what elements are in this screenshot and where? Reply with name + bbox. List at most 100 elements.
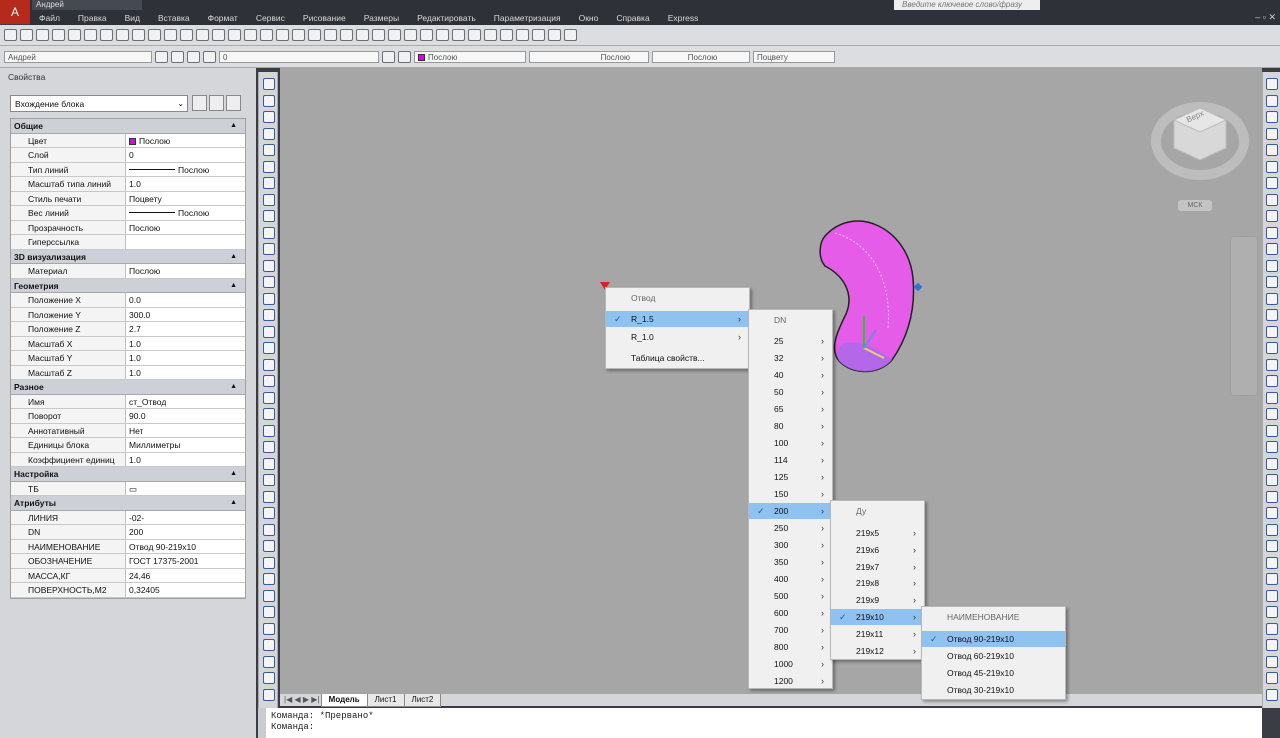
- quick-select-icon[interactable]: [226, 95, 241, 111]
- draw-tool-icon[interactable]: [263, 144, 275, 156]
- toolbar-tool-icon[interactable]: [420, 29, 433, 41]
- modify-tool-icon[interactable]: [1266, 292, 1278, 305]
- property-value[interactable]: 1.0: [126, 453, 141, 467]
- menu-item[interactable]: 219х11 ›: [831, 626, 924, 642]
- menu-item[interactable]: 65 ›: [749, 401, 832, 417]
- menu-9[interactable]: Параметризация: [485, 13, 570, 23]
- toolbar-tool-icon[interactable]: [340, 29, 353, 41]
- menu-item[interactable]: 40 ›: [749, 367, 832, 383]
- linetype-select[interactable]: Послою: [529, 50, 649, 63]
- modify-tool-icon[interactable]: [1266, 672, 1278, 684]
- quick-access-user[interactable]: Андрей: [32, 0, 142, 10]
- property-row[interactable]: Коэффициент единиц 1.0: [11, 452, 245, 467]
- draw-tool-icon[interactable]: [263, 127, 275, 140]
- menu-item[interactable]: 400 ›: [749, 571, 832, 587]
- menu-5[interactable]: Сервис: [247, 13, 294, 23]
- modify-tool-icon[interactable]: [1266, 276, 1278, 288]
- modify-tool-icon[interactable]: [1266, 490, 1278, 503]
- collapse-icon[interactable]: ▲: [230, 279, 237, 293]
- menu-item[interactable]: 100 ›: [749, 435, 832, 451]
- menu-item[interactable]: 219х12 ›: [831, 643, 924, 659]
- modify-tool-icon[interactable]: [1266, 375, 1278, 387]
- property-row[interactable]: Единицы блока Миллиметры: [11, 438, 245, 453]
- menu-item[interactable]: 32 ›: [749, 350, 832, 366]
- draw-tool-icon[interactable]: [263, 342, 275, 354]
- menu-4[interactable]: Формат: [199, 13, 247, 23]
- toolbar-tool-icon[interactable]: [100, 29, 113, 41]
- menu-item[interactable]: 1200 ›: [749, 673, 832, 689]
- property-value[interactable]: 0.0: [126, 293, 141, 307]
- draw-tool-icon[interactable]: [263, 540, 275, 552]
- property-value[interactable]: Миллиметры: [126, 438, 181, 452]
- menu-item[interactable]: Отвод 30-219х10: [922, 682, 1065, 698]
- modify-tool-icon[interactable]: [1266, 622, 1278, 635]
- menu-item[interactable]: 800 ›: [749, 639, 832, 655]
- user-layer-select[interactable]: Андрей: [4, 50, 152, 63]
- property-value[interactable]: 1.0: [126, 366, 141, 380]
- draw-tool-icon[interactable]: [263, 490, 275, 503]
- draw-tool-icon[interactable]: [263, 672, 275, 684]
- property-value[interactable]: [126, 235, 129, 249]
- menu-item-property-table[interactable]: Таблица свойств...: [606, 350, 749, 366]
- toolbar-tool-icon[interactable]: [516, 29, 529, 41]
- menu-item[interactable]: ✓ 200 ›: [749, 503, 832, 519]
- object-type-select[interactable]: Вхождение блока ⌄: [10, 95, 188, 112]
- draw-tool-icon[interactable]: [263, 639, 275, 651]
- collapse-icon[interactable]: ▲: [230, 250, 237, 264]
- modify-tool-icon[interactable]: [1266, 457, 1278, 470]
- toolbar-tool-icon[interactable]: [132, 29, 145, 41]
- toolbar-tool-icon[interactable]: [244, 29, 257, 41]
- property-value[interactable]: 300.0: [126, 308, 150, 322]
- property-row[interactable]: Цвет Послою: [11, 133, 245, 148]
- modify-tool-icon[interactable]: [1266, 474, 1278, 486]
- property-value[interactable]: Нет: [126, 424, 143, 438]
- toolbar-tool-icon[interactable]: [228, 29, 241, 41]
- modify-tool-icon[interactable]: [1266, 688, 1278, 701]
- menu-item[interactable]: 219х9 ›: [831, 592, 924, 608]
- property-row[interactable]: Масштаб Z 1.0: [11, 365, 245, 380]
- draw-tool-icon[interactable]: [263, 474, 275, 486]
- draw-tool-icon[interactable]: [263, 358, 275, 371]
- collapse-icon[interactable]: ▲: [230, 380, 237, 394]
- toolbar-tool-icon[interactable]: [276, 29, 289, 41]
- modify-tool-icon[interactable]: [1266, 540, 1278, 552]
- menu-item[interactable]: 500 ›: [749, 588, 832, 604]
- property-value[interactable]: Отвод 90-219х10: [126, 540, 196, 554]
- menu-item[interactable]: 219х8 ›: [831, 575, 924, 591]
- property-value[interactable]: ст_Отвод: [126, 395, 166, 409]
- toolbar-tool-icon[interactable]: [148, 29, 161, 41]
- toolbar-tool-icon[interactable]: [468, 29, 481, 41]
- toolbar-tool-icon[interactable]: [20, 29, 33, 41]
- property-row[interactable]: Вес линий Послою: [11, 206, 245, 221]
- modify-tool-icon[interactable]: [1266, 391, 1278, 404]
- modify-tool-icon[interactable]: [1266, 325, 1278, 338]
- menu-item[interactable]: 1000 ›: [749, 656, 832, 672]
- property-row[interactable]: Масштаб типа линий 1.0: [11, 177, 245, 192]
- draw-tool-icon[interactable]: [263, 391, 275, 404]
- draw-tool-icon[interactable]: [263, 160, 275, 173]
- category-header[interactable]: Общие ▲: [11, 119, 245, 134]
- menu-item[interactable]: 114 ›: [749, 452, 832, 468]
- viewcube[interactable]: Верх: [1150, 96, 1250, 186]
- modify-tool-icon[interactable]: [1266, 78, 1278, 90]
- modify-tool-icon[interactable]: [1266, 424, 1278, 437]
- table-icon[interactable]: ▭: [129, 484, 137, 494]
- modify-tool-icon[interactable]: [1266, 441, 1278, 453]
- collapse-icon[interactable]: ▲: [230, 467, 237, 481]
- draw-tool-icon[interactable]: [263, 78, 275, 90]
- draw-tool-icon[interactable]: [263, 292, 275, 305]
- property-row[interactable]: Материал Послою: [11, 264, 245, 279]
- toolbar-tool-icon[interactable]: [548, 29, 561, 41]
- property-row[interactable]: НАИМЕНОВАНИЕ Отвод 90-219х10: [11, 539, 245, 554]
- toolbar-tool-icon[interactable]: [52, 29, 65, 41]
- navigation-bar[interactable]: [1230, 236, 1258, 396]
- draw-tool-icon[interactable]: [263, 424, 275, 437]
- property-row[interactable]: ПОВЕРХНОСТЬ,М2 0,32405: [11, 583, 245, 598]
- menu-item[interactable]: 219х5 ›: [831, 525, 924, 541]
- layer-match-icon[interactable]: [203, 50, 216, 63]
- draw-tool-icon[interactable]: [263, 622, 275, 635]
- modify-tool-icon[interactable]: [1266, 243, 1278, 255]
- menu-item[interactable]: 50 ›: [749, 384, 832, 400]
- property-row[interactable]: DN 200: [11, 525, 245, 540]
- property-row[interactable]: Слой 0: [11, 148, 245, 163]
